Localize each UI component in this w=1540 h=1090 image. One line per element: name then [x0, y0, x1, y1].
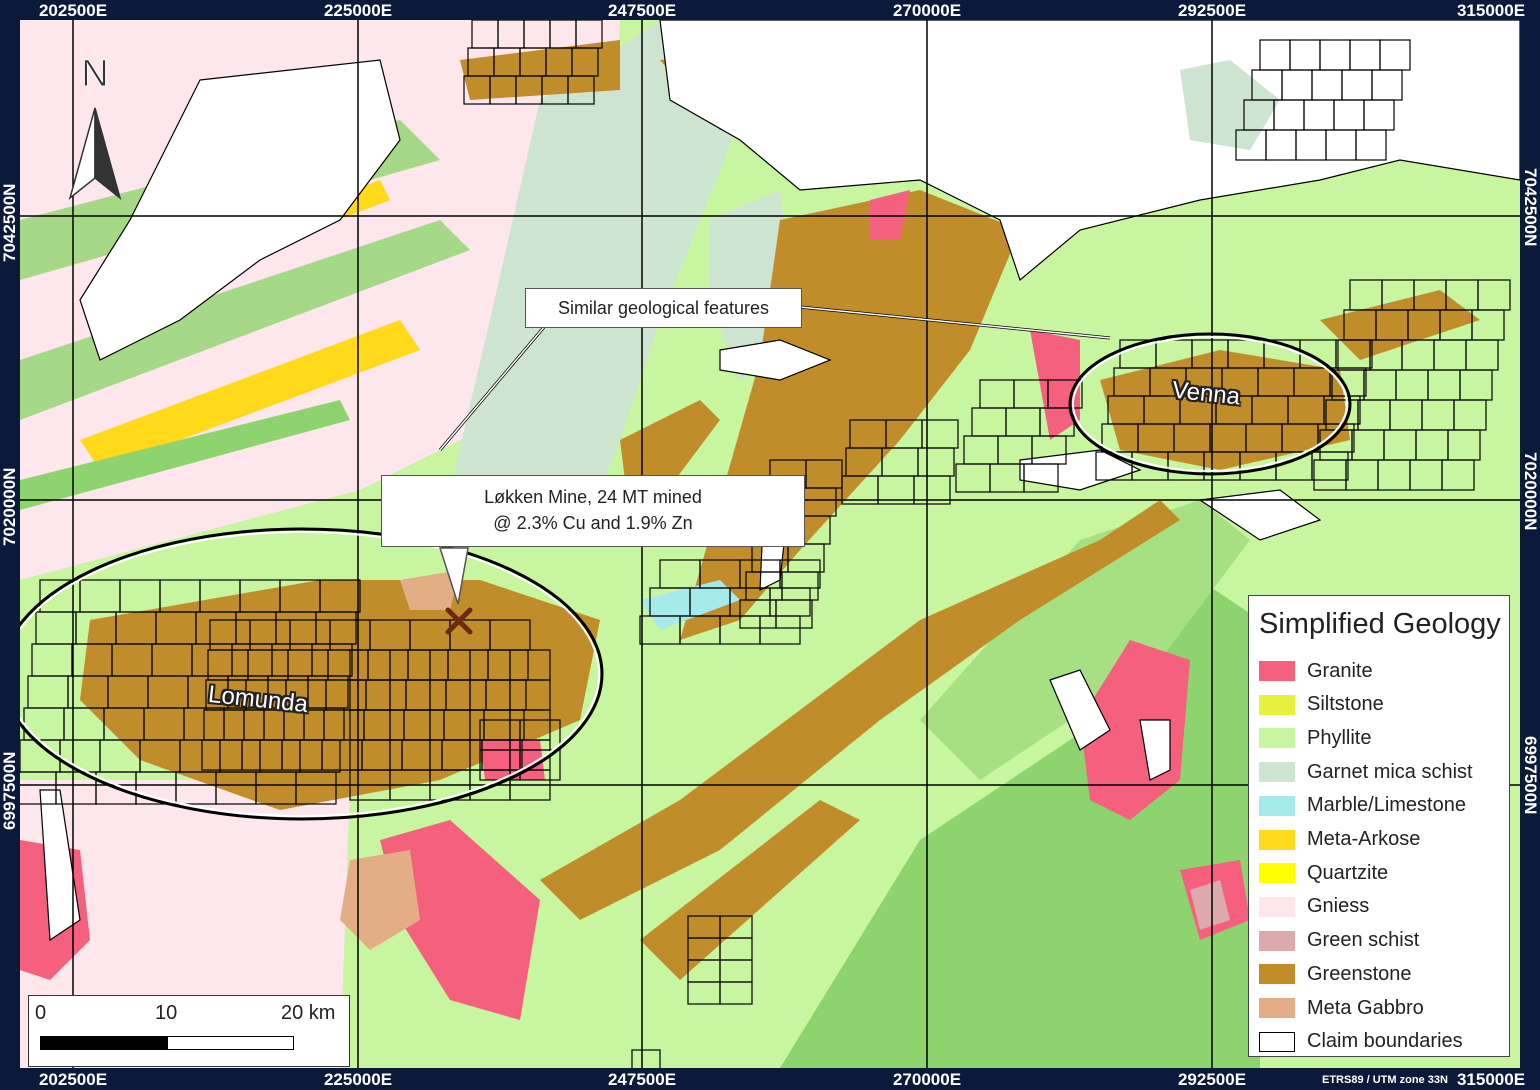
legend-item: Gniess	[1259, 894, 1369, 920]
legend-label: Granite	[1307, 659, 1373, 682]
legend-item: Claim boundaries	[1259, 1029, 1463, 1055]
coord-left-2: 7020000N	[0, 467, 19, 546]
north-arrow-icon: N	[68, 53, 122, 201]
legend-item: Meta Gabbro	[1259, 995, 1424, 1021]
coord-right-3: 6997500N	[1521, 736, 1540, 815]
coord-top-2: 225000E	[323, 1, 393, 20]
coord-top-6: 315000E	[1456, 1, 1526, 20]
legend-item: Quartzite	[1259, 860, 1388, 886]
legend-label: Green schist	[1307, 929, 1420, 952]
legend-swatch	[1259, 1031, 1295, 1052]
mine-callout-line2: @ 2.3% Cu and 1.9% Zn	[493, 513, 693, 533]
legend-swatch	[1259, 661, 1295, 681]
legend-item: Granite	[1259, 658, 1373, 684]
legend-swatch	[1259, 930, 1295, 951]
similar-features-text: Similar geological features	[557, 298, 770, 318]
legend-label: Garnet mica schist	[1307, 760, 1473, 783]
scale-label-0: 0	[35, 1002, 47, 1024]
legend-label: Claim boundaries	[1307, 1030, 1463, 1053]
coord-bottom-4: 270000E	[892, 1070, 962, 1089]
geology-map[interactable]: N Similar geological features Løkken Min…	[20, 20, 1520, 1068]
legend-swatch	[1259, 795, 1295, 816]
coord-bottom-3: 247500E	[607, 1070, 677, 1089]
legend-swatch	[1259, 896, 1295, 917]
coord-bottom-2: 225000E	[323, 1070, 393, 1089]
legend-label: Phyllite	[1307, 726, 1372, 749]
legend-label: Meta Gabbro	[1307, 996, 1424, 1019]
coord-top-3: 247500E	[607, 1, 677, 20]
scale-label-10: 10	[155, 1002, 178, 1024]
legend: Simplified Geology Granite Siltstone Phyll…	[1248, 595, 1510, 1057]
coord-left-1: 7042500N	[0, 183, 19, 262]
legend-swatch	[1259, 863, 1295, 884]
coord-bottom-1: 202500E	[38, 1070, 108, 1089]
legend-item: Siltstone	[1259, 692, 1384, 718]
scale-segment-black	[40, 1036, 167, 1050]
legend-label: Meta-Arkose	[1307, 828, 1421, 850]
legend-label: Marble/Limestone	[1307, 794, 1466, 817]
legend-item: Marble/Limestone	[1259, 793, 1466, 819]
coord-top-4: 270000E	[892, 1, 962, 20]
legend-item: Garnet mica schist	[1259, 759, 1473, 785]
scale-label-20: 20 km	[281, 1002, 336, 1024]
legend-item: Phyllite	[1259, 725, 1371, 751]
legend-swatch	[1259, 762, 1295, 783]
legend-swatch	[1259, 728, 1295, 749]
coord-bottom-5: 292500E	[1177, 1070, 1247, 1089]
legend-item: Meta-Arkose	[1259, 827, 1420, 853]
north-label: N	[81, 53, 108, 95]
legend-item: Greenstone	[1259, 961, 1412, 987]
legend-label: Quartzite	[1307, 861, 1389, 884]
legend-swatch	[1259, 829, 1295, 850]
legend-title: Simplified Geology	[1259, 608, 1501, 640]
similar-features-callout: Similar geological features	[525, 288, 802, 328]
mine-callout: Løkken Mine, 24 MT mined @ 2.3% Cu and 1…	[381, 475, 805, 547]
mine-callout-line1: Løkken Mine, 24 MT mined	[484, 487, 702, 507]
coord-right-1: 7042500N	[1521, 168, 1540, 247]
coord-right-2: 7020000N	[1521, 452, 1540, 531]
legend-swatch	[1259, 964, 1295, 985]
coord-bottom-6: 315000E	[1456, 1070, 1526, 1089]
legend-swatch	[1259, 998, 1295, 1018]
coord-left-3: 6997500N	[0, 751, 19, 830]
legend-label: Greenstone	[1307, 962, 1412, 985]
legend-label: Siltstone	[1307, 693, 1384, 716]
legend-label: Gniess	[1307, 895, 1370, 918]
legend-item: Green schist	[1259, 928, 1419, 954]
coord-top-5: 292500E	[1177, 1, 1247, 20]
crs-label: ETRS89 / UTM zone 33N	[1322, 1074, 1448, 1086]
coord-top-1: 202500E	[38, 1, 108, 20]
legend-swatch	[1259, 694, 1295, 715]
scale-bar: 0 10 20 km	[28, 995, 350, 1067]
scale-segment-white	[167, 1036, 294, 1050]
